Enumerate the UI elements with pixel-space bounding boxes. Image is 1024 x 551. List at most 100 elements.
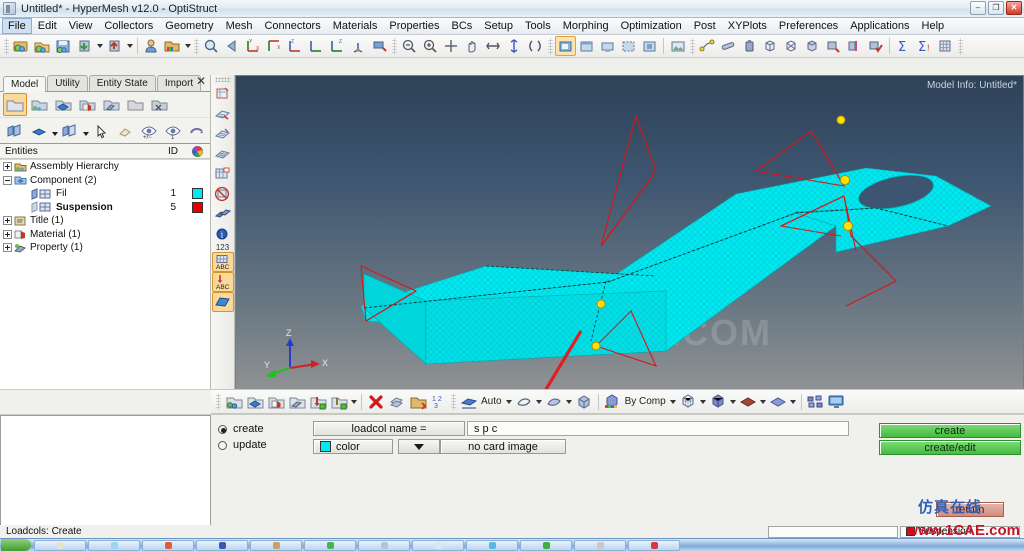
view-yx-icon[interactable]: X bbox=[264, 36, 285, 56]
collector-load2-dropdown[interactable] bbox=[349, 392, 358, 412]
model-tree[interactable]: Assembly Hierarchy Component (2) Fil 1 Suspe… bbox=[0, 159, 210, 414]
tab-utility[interactable]: Utility bbox=[47, 75, 88, 91]
zoom-find-icon[interactable] bbox=[201, 36, 222, 56]
surface-icon[interactable] bbox=[211, 292, 234, 312]
radio-update-row[interactable]: update bbox=[218, 437, 303, 453]
tree-row[interactable]: Suspension 5 bbox=[0, 201, 210, 215]
export-red-dropdown[interactable] bbox=[125, 36, 134, 56]
mesh-pink-icon[interactable] bbox=[844, 36, 865, 56]
element-edit-icon[interactable] bbox=[212, 104, 234, 124]
loadcol-name-label[interactable]: loadcol name = bbox=[313, 421, 465, 436]
maximize-button[interactable]: ❐ bbox=[988, 1, 1004, 15]
menu-item-edit[interactable]: Edit bbox=[32, 18, 63, 34]
undo-curve-icon[interactable] bbox=[185, 119, 209, 142]
panels-icon[interactable] bbox=[3, 119, 27, 142]
surface-red-dropdown[interactable] bbox=[759, 392, 768, 412]
hidden-line-icon[interactable] bbox=[544, 392, 565, 412]
organize-icon[interactable] bbox=[386, 392, 407, 412]
shaded-icon[interactable] bbox=[574, 392, 595, 412]
menu-item-connectors[interactable]: Connectors bbox=[258, 18, 326, 34]
by-comp-icon[interactable] bbox=[602, 392, 623, 412]
menu-item-view[interactable]: View bbox=[63, 18, 99, 34]
taskbar-item[interactable] bbox=[574, 539, 626, 551]
surface-red-icon[interactable] bbox=[738, 392, 759, 412]
folder-property-icon[interactable] bbox=[99, 93, 123, 116]
menu-item-help[interactable]: Help bbox=[916, 18, 951, 34]
auto-dropdown[interactable] bbox=[505, 392, 514, 412]
color-folder-dropdown[interactable] bbox=[183, 36, 192, 56]
isometric-flag-icon[interactable] bbox=[369, 36, 390, 56]
delete-x-icon[interactable] bbox=[365, 392, 386, 412]
radio-update[interactable] bbox=[218, 440, 227, 450]
mesh-red-icon[interactable] bbox=[823, 36, 844, 56]
box-solid-icon[interactable] bbox=[802, 36, 823, 56]
view-xy-icon[interactable]: YX bbox=[243, 36, 264, 56]
collector-load-icon[interactable] bbox=[307, 392, 328, 412]
capture-dashed-icon[interactable] bbox=[618, 36, 639, 56]
info-icon[interactable]: i bbox=[212, 224, 234, 244]
collector-toolbar-grip[interactable] bbox=[216, 393, 221, 410]
sum-icon[interactable]: Σ bbox=[893, 36, 914, 56]
collector-property-icon[interactable] bbox=[286, 392, 307, 412]
folder-delete-icon[interactable] bbox=[147, 93, 171, 116]
tree-item-color[interactable] bbox=[184, 201, 210, 213]
panel-stack-dropdown[interactable] bbox=[82, 120, 89, 142]
zoom-in-icon[interactable] bbox=[420, 36, 441, 56]
count-123-icon[interactable]: 1 23 bbox=[428, 392, 449, 412]
menu-item-file[interactable]: File bbox=[2, 18, 32, 34]
mesh-check-icon[interactable] bbox=[865, 36, 886, 56]
pan-hand-icon[interactable] bbox=[462, 36, 483, 56]
menu-item-setup[interactable]: Setup bbox=[478, 18, 519, 34]
menu-item-tools[interactable]: Tools bbox=[519, 18, 557, 34]
auto-display-icon[interactable] bbox=[458, 392, 479, 412]
wire-dropdown[interactable] bbox=[535, 392, 544, 412]
mesh-forbidden-icon[interactable] bbox=[212, 184, 234, 204]
view-zx-icon[interactable]: Z bbox=[285, 36, 306, 56]
card-image-dropdown-arrow[interactable] bbox=[398, 439, 440, 454]
back-arrow-icon[interactable] bbox=[222, 36, 243, 56]
mesh-lines-dropdown[interactable] bbox=[699, 392, 708, 412]
command-history-area[interactable] bbox=[0, 415, 211, 526]
node-path-icon[interactable] bbox=[697, 36, 718, 56]
view-zy2-icon[interactable]: Z bbox=[327, 36, 348, 56]
eye-plusminus-icon[interactable]: +/− bbox=[137, 119, 161, 142]
zoom-out-icon[interactable] bbox=[399, 36, 420, 56]
menu-item-bcs[interactable]: BCs bbox=[446, 18, 479, 34]
close-button[interactable]: ✕ bbox=[1006, 1, 1022, 15]
toolbar-grip-6[interactable] bbox=[958, 37, 963, 55]
tab-model[interactable]: Model bbox=[3, 76, 47, 92]
collector-multi-icon[interactable] bbox=[223, 392, 244, 412]
menu-item-geometry[interactable]: Geometry bbox=[159, 18, 219, 34]
toolbar-grip-3[interactable] bbox=[392, 37, 397, 55]
nodes-scatter-icon[interactable] bbox=[805, 392, 826, 412]
mesh-shaded-icon[interactable] bbox=[708, 392, 729, 412]
taskbar-item[interactable] bbox=[304, 539, 356, 551]
taskbar-item[interactable] bbox=[196, 539, 248, 551]
taskbar-item[interactable] bbox=[466, 539, 518, 551]
monitor-icon[interactable] bbox=[826, 392, 847, 412]
eye-one-icon[interactable]: 1 bbox=[161, 119, 185, 142]
radio-create[interactable] bbox=[218, 424, 227, 434]
mesh-shaded-dropdown[interactable] bbox=[729, 392, 738, 412]
color-folder-icon[interactable] bbox=[162, 36, 183, 56]
folder-blue-icon[interactable] bbox=[51, 93, 75, 116]
taskbar-item[interactable] bbox=[412, 539, 464, 551]
toolbar-grip-5[interactable] bbox=[690, 37, 695, 55]
user-profile-icon[interactable] bbox=[141, 36, 162, 56]
rotate-icon[interactable] bbox=[525, 36, 546, 56]
normals-icon[interactable] bbox=[212, 204, 234, 224]
create-edit-button[interactable]: create/edit bbox=[879, 440, 1021, 455]
taskbar-item[interactable] bbox=[358, 539, 410, 551]
expand-icon[interactable] bbox=[3, 162, 12, 172]
surface-blue-icon[interactable] bbox=[768, 392, 789, 412]
open-model-icon[interactable] bbox=[11, 36, 32, 56]
folder-share-icon[interactable] bbox=[27, 93, 51, 116]
menu-item-properties[interactable]: Properties bbox=[383, 18, 445, 34]
tree-row[interactable]: Component (2) bbox=[0, 174, 210, 188]
by-comp-dropdown[interactable] bbox=[669, 392, 678, 412]
folder-material-icon[interactable] bbox=[75, 93, 99, 116]
create-button[interactable]: create bbox=[879, 423, 1021, 438]
collector-toolbar-grip-2[interactable] bbox=[451, 393, 456, 410]
tree-row[interactable]: Property (1) bbox=[0, 241, 210, 255]
mesh-window-icon[interactable] bbox=[212, 164, 234, 184]
